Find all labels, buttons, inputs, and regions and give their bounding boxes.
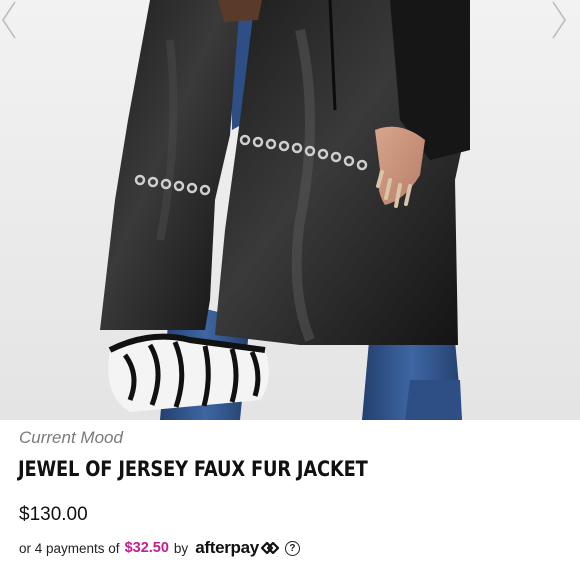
product-title: JEWEL OF JERSEY FAUX FUR JACKET <box>18 457 368 481</box>
product-page: Current Mood JEWEL OF JERSEY FAUX FUR JA… <box>0 0 580 580</box>
afterpay-installments: or 4 payments of $32.50 by afterpay ? <box>19 538 300 558</box>
chevron-right-icon <box>552 1 566 39</box>
product-photo <box>0 0 580 420</box>
installments-prefix: or 4 payments of <box>19 540 120 556</box>
product-price: $130.00 <box>19 504 88 525</box>
previous-image-button[interactable] <box>0 0 30 44</box>
afterpay-logo[interactable]: afterpay <box>195 538 280 558</box>
question-circle-icon[interactable]: ? <box>284 540 300 556</box>
next-image-button[interactable] <box>550 0 580 44</box>
afterpay-arrows-icon <box>260 541 280 555</box>
product-info: Current Mood JEWEL OF JERSEY FAUX FUR JA… <box>0 420 580 580</box>
brand-name[interactable]: Current Mood <box>19 428 123 448</box>
afterpay-wordmark: afterpay <box>195 538 259 557</box>
installment-amount: $32.50 <box>124 540 169 556</box>
installments-by: by <box>173 540 189 556</box>
product-image-gallery[interactable] <box>0 0 580 420</box>
chevron-left-icon <box>2 1 16 39</box>
